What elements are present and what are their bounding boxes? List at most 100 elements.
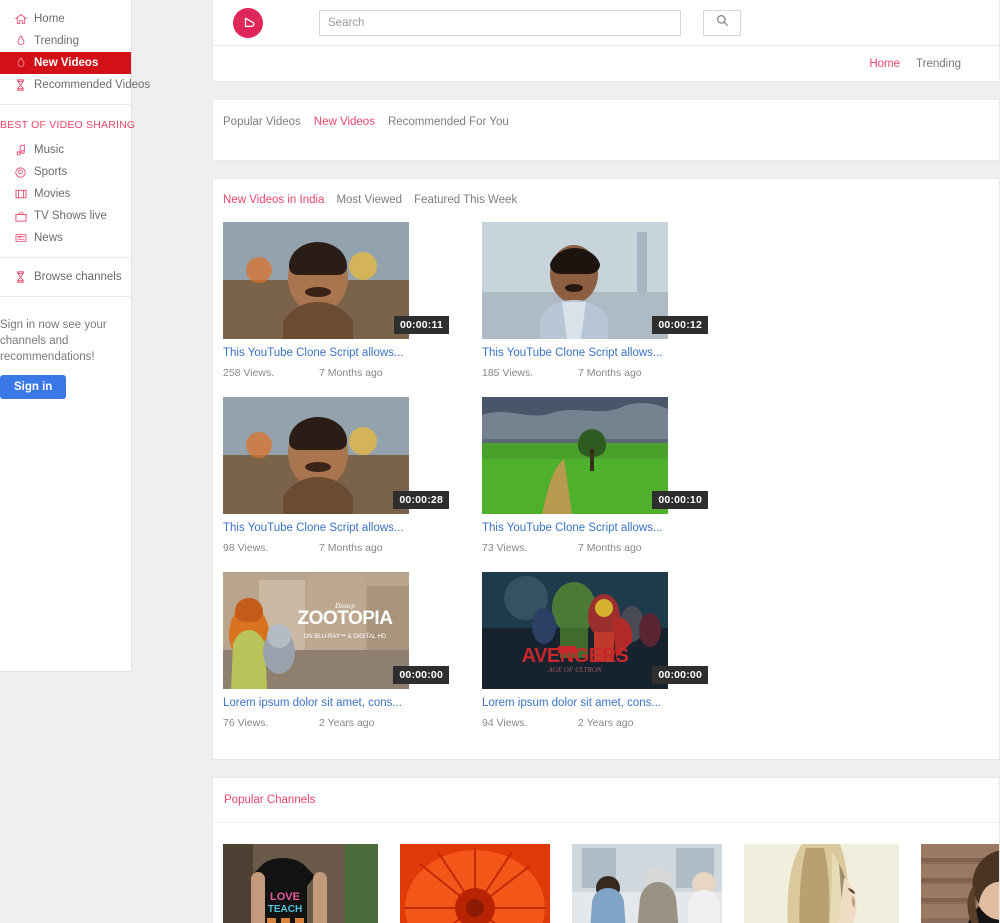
sidebar-item-browse-channels[interactable]: Browse channels [0, 266, 131, 288]
video-card[interactable]: 00:00:11 This YouTube Clone Script allow… [223, 222, 482, 379]
video-views: 185 Views. [482, 367, 534, 379]
video-age: 7 Months ago [319, 367, 383, 379]
video-card[interactable]: ZOOTOPIA ON BLU-RAY™ & DIGITAL HD Disnep… [223, 572, 482, 729]
svg-text:ZOOTOPIA: ZOOTOPIA [298, 608, 394, 629]
nav-link-trending[interactable]: Trending [916, 58, 961, 70]
video-card[interactable]: 00:00:28 This YouTube Clone Script allow… [223, 397, 482, 554]
svg-text:LOVE: LOVE [270, 891, 300, 903]
video-title[interactable]: Lorem ipsum dolor sit amet, cons... [223, 697, 482, 709]
video-thumbnail-wrap[interactable]: 00:00:11 [223, 222, 449, 339]
sidebar-signin-group: Sign in now see your channels and recomm… [0, 296, 131, 417]
play-circle-icon[interactable] [233, 7, 263, 38]
svg-text:ON BLU-RAY™ & DIGITAL HD: ON BLU-RAY™ & DIGITAL HD [304, 633, 387, 640]
sidebar-item-trending[interactable]: Trending [0, 30, 131, 52]
sidebar-item-home[interactable]: Home [0, 8, 131, 30]
video-duration-badge: 00:00:12 [652, 316, 708, 334]
channel-card[interactable] [744, 844, 899, 923]
video-tab-most-viewed[interactable]: Most Viewed [336, 194, 402, 206]
video-tab-new-videos-in-india[interactable]: New Videos in India [223, 194, 324, 206]
sidebar-item-label: News [34, 232, 63, 244]
video-grid: 00:00:11 This YouTube Clone Script allow… [223, 222, 999, 747]
sidebar-item-news[interactable]: News [0, 227, 131, 249]
video-card[interactable]: 00:00:10 This YouTube Clone Script allow… [482, 397, 741, 554]
sidebar-browse-group: Browse channels [0, 257, 131, 296]
sidebar-item-music[interactable]: Music [0, 139, 131, 161]
video-title[interactable]: This YouTube Clone Script allows... [223, 347, 482, 359]
video-title[interactable]: This YouTube Clone Script allows... [482, 347, 741, 359]
svg-text:TEACH: TEACH [268, 904, 302, 915]
sidebar-primary-group: Home Trending New Videos Recommended Vid… [0, 0, 150, 104]
video-title[interactable]: Lorem ipsum dolor sit amet, cons... [482, 697, 741, 709]
video-card[interactable]: AVENGERS AGE OF ULTRON 00:00:00 Lorem ip… [482, 572, 741, 729]
signin-prompt-text: Sign in now see your channels and recomm… [0, 319, 107, 363]
video-duration-badge: 00:00:28 [393, 491, 449, 509]
home-icon [14, 13, 27, 26]
video-card[interactable]: 00:00:12 This YouTube Clone Script allow… [482, 222, 741, 379]
signin-box: Sign in now see your channels and recomm… [0, 305, 131, 409]
video-thumbnail-wrap[interactable]: 00:00:10 [482, 397, 708, 514]
video-meta: 76 Views. 2 Years ago [223, 717, 482, 729]
video-thumbnail-wrap[interactable]: ZOOTOPIA ON BLU-RAY™ & DIGITAL HD Disnep… [223, 572, 449, 689]
sidebar-item-label: Music [34, 144, 65, 156]
video-views: 73 Views. [482, 542, 528, 554]
tab-popular-videos[interactable]: Popular Videos [223, 116, 301, 128]
video-age: 7 Months ago [578, 542, 642, 554]
sidebar-item-tv-shows-live[interactable]: TV Shows live [0, 205, 131, 227]
sidebar-item-movies[interactable]: Movies [0, 183, 131, 205]
sign-in-button[interactable]: Sign in [0, 375, 67, 399]
channel-card[interactable] [921, 844, 999, 923]
video-thumbnail [482, 397, 668, 514]
music-note-icon [14, 144, 27, 157]
video-duration-badge: 00:00:10 [652, 491, 708, 509]
search-button[interactable] [703, 9, 741, 36]
video-age: 2 Years ago [319, 717, 375, 729]
video-thumbnail: AVENGERS AGE OF ULTRON [482, 572, 668, 689]
news-icon [14, 232, 27, 245]
channel-card[interactable] [572, 844, 722, 923]
video-thumbnail [223, 397, 409, 514]
video-filter-tabs: New Videos in India Most Viewed Featured… [223, 194, 999, 206]
video-duration-badge: 00:00:00 [652, 666, 708, 684]
sidebar-item-label: Recommended Videos [34, 79, 151, 91]
header-bar [212, 0, 1000, 46]
video-tab-featured-this-week[interactable]: Featured This Week [414, 194, 517, 206]
search-input[interactable] [319, 9, 681, 36]
header-nav: Home Trending [212, 46, 1000, 82]
sidebar-item-sports[interactable]: Sports [0, 161, 131, 183]
tab-recommended-for-you[interactable]: Recommended For You [388, 116, 509, 128]
video-thumbnail-wrap[interactable]: AVENGERS AGE OF ULTRON 00:00:00 [482, 572, 708, 689]
sidebar-item-new-videos[interactable]: New Videos [0, 52, 131, 74]
video-duration-badge: 00:00:00 [393, 666, 449, 684]
video-meta: 98 Views. 7 Months ago [223, 542, 482, 554]
sidebar-item-label: Trending [34, 35, 79, 47]
hourglass-icon [14, 271, 27, 284]
popular-channels-title: Popular Channels [213, 778, 999, 823]
video-title[interactable]: This YouTube Clone Script allows... [482, 522, 741, 534]
video-thumbnail-wrap[interactable]: 00:00:12 [482, 222, 708, 339]
video-title[interactable]: This YouTube Clone Script allows... [223, 522, 482, 534]
sidebar-item-recommended-videos[interactable]: Recommended Videos [0, 74, 150, 96]
tab-new-videos[interactable]: New Videos [314, 116, 375, 128]
video-thumbnail [223, 222, 409, 339]
channel-card[interactable] [400, 844, 550, 923]
tv-icon [14, 210, 27, 223]
nav-link-home[interactable]: Home [869, 58, 900, 70]
video-views: 98 Views. [223, 542, 269, 554]
video-thumbnail-wrap[interactable]: 00:00:28 [223, 397, 449, 514]
popular-channels-strip[interactable]: LOVE TEACH [213, 823, 999, 923]
video-meta: 185 Views. 7 Months ago [482, 367, 741, 379]
video-meta: 94 Views. 2 Years ago [482, 717, 741, 729]
flame-icon [14, 35, 27, 48]
main-column: Home Trending Popular Videos New Videos … [212, 0, 1000, 923]
ball-icon [14, 166, 27, 179]
sidebar-item-label: TV Shows live [34, 210, 107, 222]
search-icon [716, 14, 729, 32]
film-icon [14, 188, 27, 201]
video-age: 7 Months ago [319, 542, 383, 554]
channel-card[interactable]: LOVE TEACH [223, 844, 378, 923]
video-meta: 258 Views. 7 Months ago [223, 367, 482, 379]
sidebar-item-label: Sports [34, 166, 68, 178]
